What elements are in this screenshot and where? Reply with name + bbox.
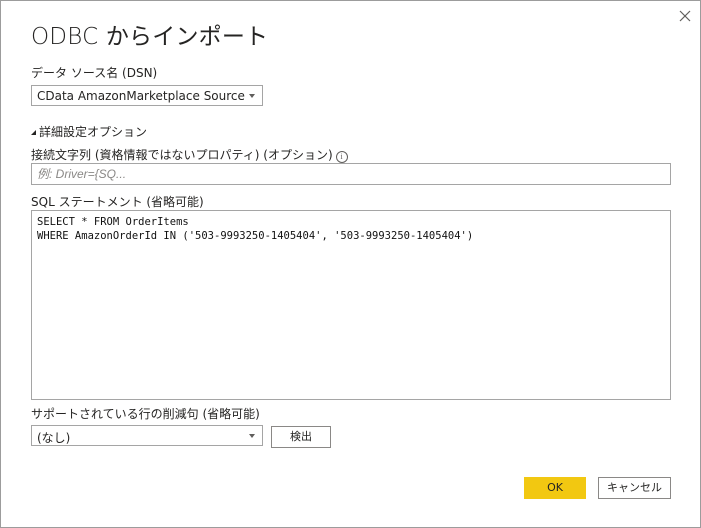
- connection-string-label: 接続文字列 (資格情報ではないプロパティ) (オプション) i: [31, 146, 348, 163]
- sql-statement-textarea[interactable]: [31, 210, 671, 400]
- collapse-triangle-icon: [31, 130, 36, 135]
- info-icon[interactable]: i: [335, 151, 348, 163]
- ok-button[interactable]: OK: [524, 477, 586, 499]
- row-reduction-dropdown[interactable]: (なし): [31, 425, 263, 446]
- dsn-label: データ ソース名 (DSN): [31, 66, 158, 80]
- row-reduction-label: サポートされている行の削減句 (省略可能): [31, 407, 260, 421]
- advanced-options-toggle[interactable]: 詳細設定オプション: [31, 123, 147, 140]
- dialog-title: ODBC からインポート: [31, 24, 269, 50]
- dsn-dropdown-value: CData AmazonMarketplace Source: [37, 89, 245, 103]
- close-icon[interactable]: [676, 7, 694, 25]
- chevron-down-icon: [249, 434, 255, 438]
- detect-button[interactable]: 検出: [271, 426, 331, 448]
- connection-string-label-text: 接続文字列 (資格情報ではないプロパティ) (オプション): [31, 148, 333, 162]
- close-icon-glyph: [679, 10, 691, 22]
- connection-string-input[interactable]: [31, 163, 671, 185]
- advanced-options-label: 詳細設定オプション: [39, 125, 148, 139]
- sql-statement-label: SQL ステートメント (省略可能): [31, 195, 204, 209]
- odbc-import-dialog: ODBC からインポート データ ソース名 (DSN) CData Amazon…: [0, 0, 701, 528]
- chevron-down-icon: [249, 94, 255, 98]
- cancel-button[interactable]: キャンセル: [598, 477, 671, 499]
- row-reduction-dropdown-value: (なし): [37, 431, 71, 445]
- dsn-dropdown[interactable]: CData AmazonMarketplace Source: [31, 85, 263, 106]
